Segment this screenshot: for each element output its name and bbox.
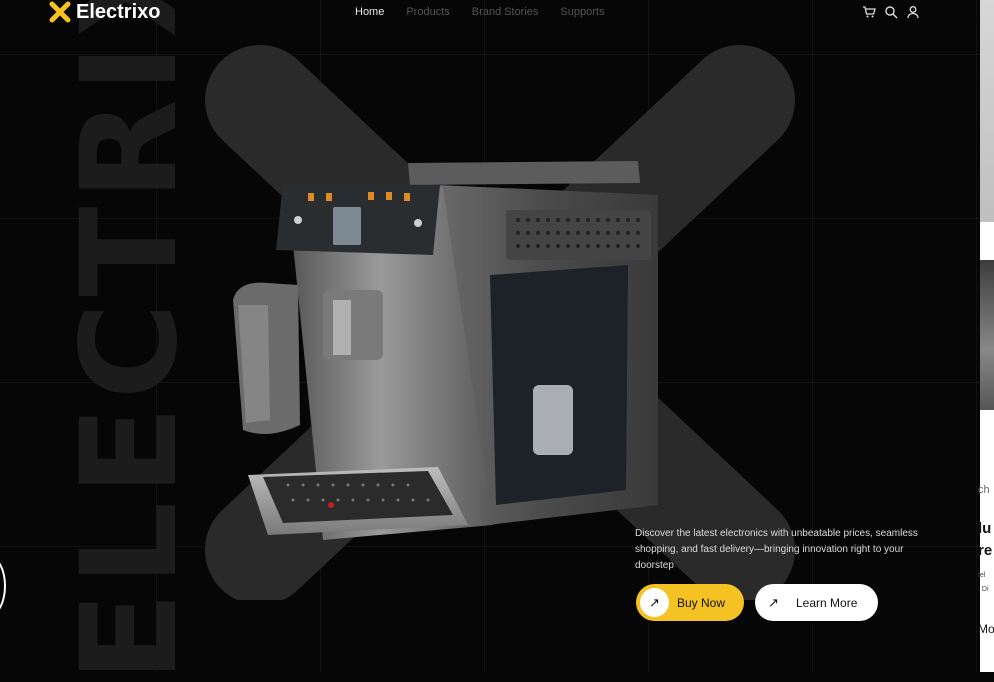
vertical-brand-watermark: ELECTRIXO [53,0,207,682]
side-card-text: Mo [978,622,994,636]
side-card-text: . Di [978,586,989,593]
logo[interactable]: Electrixo [48,0,160,24]
search-icon[interactable] [884,5,898,19]
side-card-text: tel [978,572,986,579]
side-card-text: re [978,542,993,559]
user-icon[interactable] [906,5,920,19]
nav-brand-stories[interactable]: Brand Stories [472,6,539,18]
logo-x-icon [49,1,71,23]
cart-icon[interactable] [862,5,876,19]
arrow-up-right-icon: ↗ [640,588,669,617]
buy-now-button[interactable]: ↗ Buy Now [636,584,744,621]
main-nav: Home Products Brand Stories Supports [355,6,604,18]
side-card-image-keyboard [980,260,994,410]
learn-more-label: Learn More [796,595,858,610]
logo-text: Electrixo [76,0,161,23]
side-card-image-top [980,0,994,222]
nav-home[interactable]: Home [355,6,384,18]
buy-now-label: Buy Now [677,595,726,610]
learn-more-button[interactable]: ↗ Learn More [755,584,878,621]
side-card-text: lu [978,520,992,537]
header-icons [862,5,920,19]
espresso-machine-image [233,161,658,540]
side-card-text: ch [978,484,990,496]
nav-supports[interactable]: Supports [560,6,604,18]
nav-products[interactable]: Products [406,6,449,18]
hero-description: Discover the latest electronics with unb… [635,528,918,571]
arrow-up-right-icon: ↗ [759,588,788,617]
